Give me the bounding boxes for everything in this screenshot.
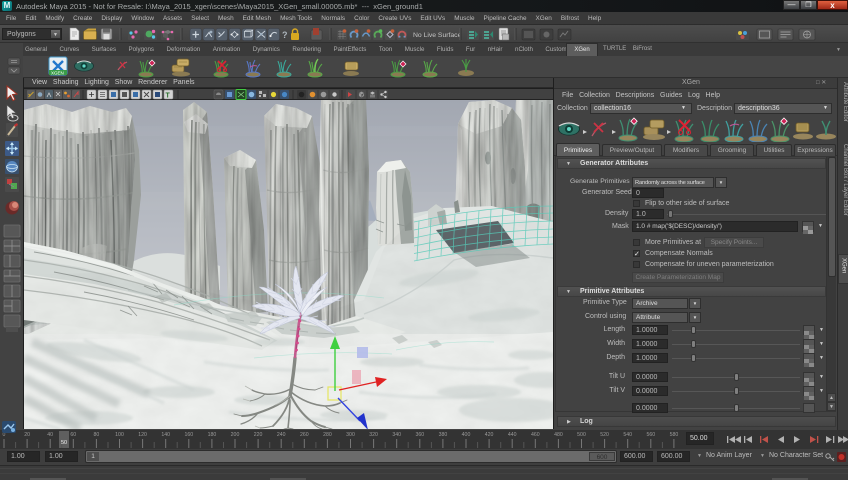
svg-text:60: 60: [70, 432, 76, 438]
svg-text:380: 380: [439, 432, 448, 438]
svg-text:220: 220: [254, 432, 263, 438]
svg-text:180: 180: [208, 432, 217, 438]
svg-text:320: 320: [369, 432, 378, 438]
svg-text:500: 500: [577, 432, 586, 438]
svg-text:560: 560: [646, 432, 655, 438]
svg-text:160: 160: [184, 432, 193, 438]
svg-text:120: 120: [138, 432, 147, 438]
svg-text:340: 340: [392, 432, 401, 438]
svg-text:440: 440: [508, 432, 517, 438]
svg-text:200: 200: [231, 432, 240, 438]
svg-text:360: 360: [415, 432, 424, 438]
svg-text:140: 140: [161, 432, 170, 438]
svg-text:T: T: [166, 93, 171, 100]
svg-text:580: 580: [670, 432, 679, 438]
svg-text:20: 20: [24, 432, 30, 438]
svg-text:50: 50: [61, 440, 67, 446]
svg-text:420: 420: [485, 432, 494, 438]
svg-text:No Live Surface: No Live Surface: [413, 32, 462, 39]
svg-text:80: 80: [94, 432, 100, 438]
svg-text:260: 260: [300, 432, 309, 438]
svg-text:460: 460: [531, 432, 540, 438]
svg-text:300: 300: [346, 432, 355, 438]
svg-text:100: 100: [115, 432, 124, 438]
svg-text:540: 540: [623, 432, 632, 438]
svg-text:280: 280: [323, 432, 332, 438]
svg-text:40: 40: [47, 432, 53, 438]
svg-text:XGEN: XGEN: [51, 71, 64, 76]
svg-text:480: 480: [554, 432, 563, 438]
svg-text:240: 240: [277, 432, 286, 438]
svg-text:520: 520: [600, 432, 609, 438]
svg-text:?: ?: [282, 30, 288, 40]
svg-text:400: 400: [462, 432, 471, 438]
